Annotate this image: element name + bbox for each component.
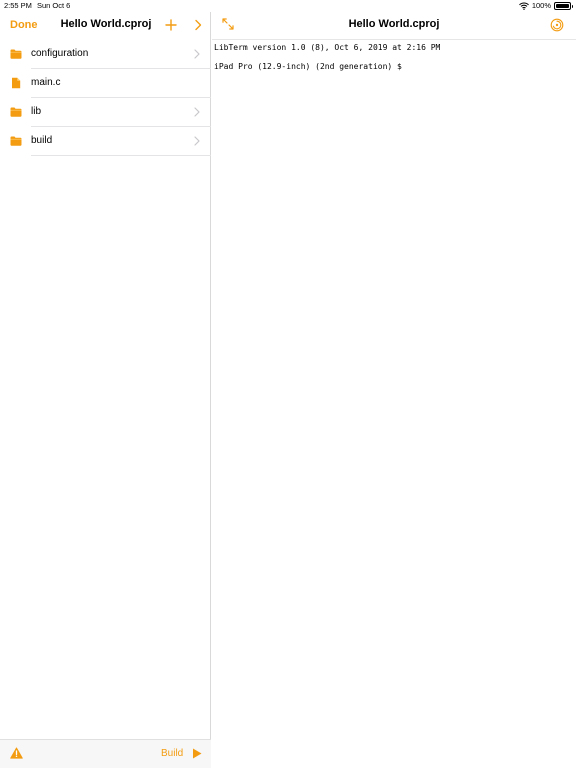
battery-percent: 100% [531,1,551,10]
chevron-right-icon [194,136,200,146]
file-name: lib [31,106,42,117]
status-time: 2:55 PM [4,1,32,10]
list-item-build[interactable]: build [0,127,211,156]
main-nav-bar: Hello World.cproj [212,12,576,40]
main-title: Hello World.cproj [348,18,440,30]
file-list: configuration main.c lib build [0,40,211,156]
wifi-icon [518,2,529,10]
status-right: 100% [518,0,573,12]
document-icon [12,77,21,89]
sidebar-title: Hello World.cproj [60,18,152,30]
file-sidebar: Done Hello World.cproj configuration mai… [0,12,211,768]
sidebar-nav-bar: Done Hello World.cproj [0,12,211,40]
file-name: main.c [31,77,61,88]
chevron-right-icon [194,107,200,117]
sidebar-bottom-toolbar: Build [0,739,211,768]
terminal-line: LibTerm version 1.0 (8), Oct 6, 2019 at … [214,43,441,52]
status-date: Sun Oct 6 [37,1,71,10]
build-button[interactable]: Build [161,748,183,759]
folder-icon [10,49,22,59]
list-item-configuration[interactable]: configuration [0,40,211,69]
list-item-main-c[interactable]: main.c [0,69,211,98]
terminal-pane: Hello World.cproj LibTerm version 1.0 (8… [212,12,576,768]
terminal-output[interactable]: LibTerm version 1.0 (8), Oct 6, 2019 at … [214,43,574,71]
folder-icon [10,136,22,146]
ipad-screen: 2:55 PM Sun Oct 6 100% Done Hello World.… [0,0,576,768]
play-icon[interactable] [192,748,202,759]
plus-icon[interactable] [164,18,178,32]
terminal-prompt: iPad Pro (12.9-inch) (2nd generation) $ [214,62,402,71]
chevron-right-icon[interactable] [193,19,203,31]
file-name: configuration [31,48,89,59]
done-button[interactable]: Done [10,19,38,31]
warning-icon[interactable] [10,747,23,759]
battery-icon [554,2,573,10]
gear-icon[interactable] [550,18,564,32]
file-name: build [31,135,53,146]
status-bar: 2:55 PM Sun Oct 6 100% [0,0,576,12]
folder-icon [10,107,22,117]
row-separator [31,155,211,156]
expand-arrows-icon[interactable] [222,18,234,30]
list-item-lib[interactable]: lib [0,98,211,127]
chevron-right-icon [194,49,200,59]
